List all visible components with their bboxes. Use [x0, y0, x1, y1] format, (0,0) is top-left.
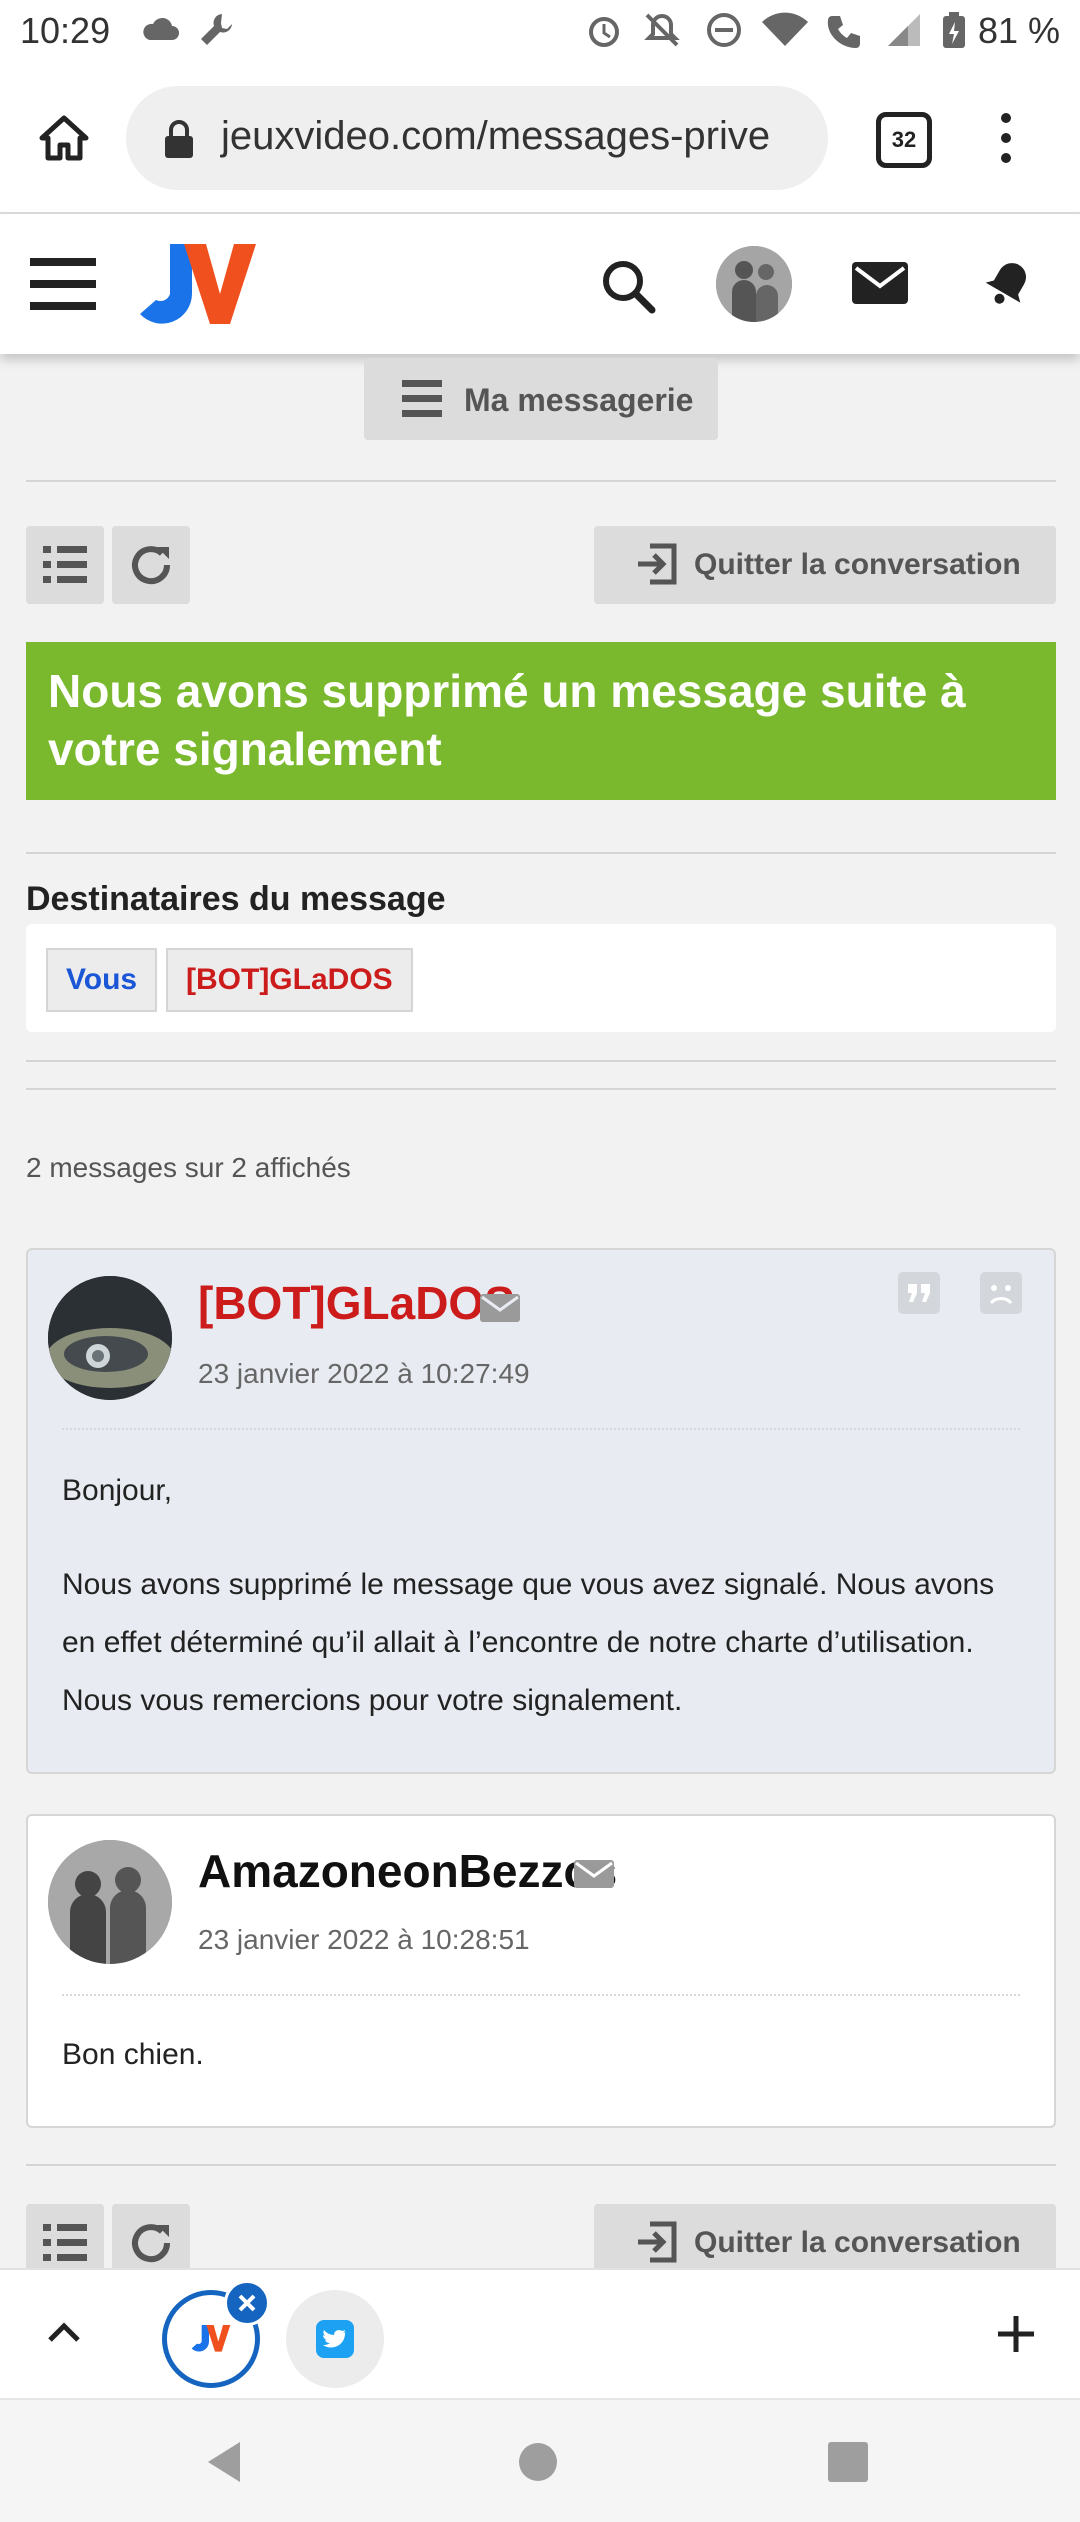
list-icon — [43, 546, 87, 583]
home-nav-icon[interactable] — [518, 2442, 558, 2482]
recipient-chip-you[interactable]: Vous — [46, 948, 158, 1012]
site-header — [0, 214, 1080, 354]
tab-switcher-button[interactable]: 32 — [876, 112, 932, 168]
url-bar[interactable]: jeuxvideo.com/messages-prive — [126, 86, 828, 190]
twitter-icon — [316, 2320, 354, 2358]
close-icon — [238, 2294, 256, 2312]
user-avatar[interactable] — [716, 246, 792, 322]
menu-list-icon — [402, 380, 442, 417]
chevron-up-icon[interactable] — [46, 2320, 82, 2344]
do-not-disturb-icon — [707, 13, 741, 47]
battery-percent: 81 % — [977, 10, 1060, 51]
divider — [26, 2164, 1056, 2166]
author-avatar[interactable] — [48, 1276, 172, 1400]
message-date: 23 janvier 2022 à 10:27:49 — [198, 1358, 530, 1389]
search-icon[interactable] — [600, 258, 656, 314]
wifi-calling-icon — [827, 16, 860, 48]
quote-icon[interactable] — [898, 1272, 940, 1314]
close-tab-button[interactable] — [224, 2280, 270, 2326]
quit-conversation-label: Quitter la conversation — [694, 2226, 1021, 2259]
ma-messagerie-button[interactable]: Ma messagerie — [364, 358, 718, 440]
report-icon[interactable] — [980, 1272, 1022, 1314]
alarm-icon — [589, 17, 619, 47]
jv-favicon — [191, 2325, 231, 2352]
wrench-icon — [201, 14, 232, 45]
url-text: jeuxvideo.com/messages-prive — [221, 114, 771, 158]
success-banner: Nous avons supprimé un message suite à v… — [26, 642, 1056, 800]
divider — [26, 1088, 1056, 1090]
recipients-title: Destinataires du message — [26, 880, 446, 918]
message-count: 2 messages sur 2 affichés — [26, 1152, 351, 1183]
author-avatar[interactable] — [48, 1840, 172, 1964]
cloud-icon — [143, 17, 179, 40]
new-tab-icon[interactable] — [996, 2314, 1036, 2354]
recipients-box: Vous [BOT]GLaDOS — [26, 924, 1056, 1032]
list-view-button[interactable] — [26, 526, 104, 604]
jv-logo[interactable] — [140, 238, 256, 328]
list-icon — [43, 2224, 87, 2261]
battery-icon — [943, 12, 965, 48]
recents-icon[interactable] — [828, 2442, 868, 2482]
signal-icon — [888, 14, 920, 46]
message-body-text: Nous avons supprimé le message que vous … — [62, 1568, 995, 1717]
banner-text: Nous avons supprimé un message suite à v… — [48, 665, 966, 775]
system-nav-bar — [0, 2398, 1080, 2522]
message-card: AmazoneonBezzos 23 janvier 2022 à 10:28:… — [26, 1814, 1056, 2128]
status-bar: 10:29 81 % — [0, 0, 1080, 64]
refresh-icon — [132, 546, 171, 585]
message-separator — [62, 1994, 1020, 1996]
send-mp-icon[interactable] — [480, 1294, 520, 1322]
message-body-greeting: Bonjour, — [62, 1474, 173, 1507]
back-icon[interactable] — [204, 2440, 244, 2484]
quit-conversation-label: Quitter la conversation — [694, 548, 1021, 581]
exit-icon — [638, 543, 677, 585]
recipient-chip-glados[interactable]: [BOT]GLaDOS — [166, 948, 413, 1012]
notifications-off-icon — [644, 13, 680, 47]
wifi-icon — [762, 12, 808, 46]
lock-icon — [165, 120, 193, 158]
divider — [26, 1060, 1056, 1062]
hamburger-menu-icon[interactable] — [30, 258, 96, 310]
message-date: 23 janvier 2022 à 10:28:51 — [198, 1924, 530, 1955]
status-time: 10:29 — [20, 10, 111, 51]
divider — [26, 480, 1056, 482]
divider — [26, 852, 1056, 854]
more-vert-icon[interactable] — [996, 110, 1016, 166]
exit-icon — [638, 2221, 677, 2263]
ma-messagerie-label: Ma messagerie — [464, 382, 694, 418]
author-name[interactable]: AmazoneonBezzos — [198, 1844, 617, 1898]
send-mp-icon[interactable] — [574, 1860, 614, 1888]
tab-strip — [0, 2268, 1080, 2400]
quit-conversation-button[interactable]: Quitter la conversation — [594, 526, 1056, 604]
browser-toolbar: jeuxvideo.com/messages-prive 32 — [0, 64, 1080, 214]
mail-icon[interactable] — [852, 262, 908, 304]
home-icon[interactable] — [36, 110, 92, 166]
message-separator — [62, 1428, 1020, 1430]
message-body-text: Bon chien. — [62, 2038, 204, 2071]
refresh-button[interactable] — [112, 526, 190, 604]
message-card: [BOT]GLaDOS 23 janvier 2022 à 10:27:49 B… — [26, 1248, 1056, 1774]
refresh-icon — [132, 2224, 171, 2263]
author-name[interactable]: [BOT]GLaDOS — [198, 1276, 515, 1330]
tab-twitter[interactable] — [286, 2290, 384, 2388]
notifications-icon[interactable] — [980, 256, 1036, 312]
